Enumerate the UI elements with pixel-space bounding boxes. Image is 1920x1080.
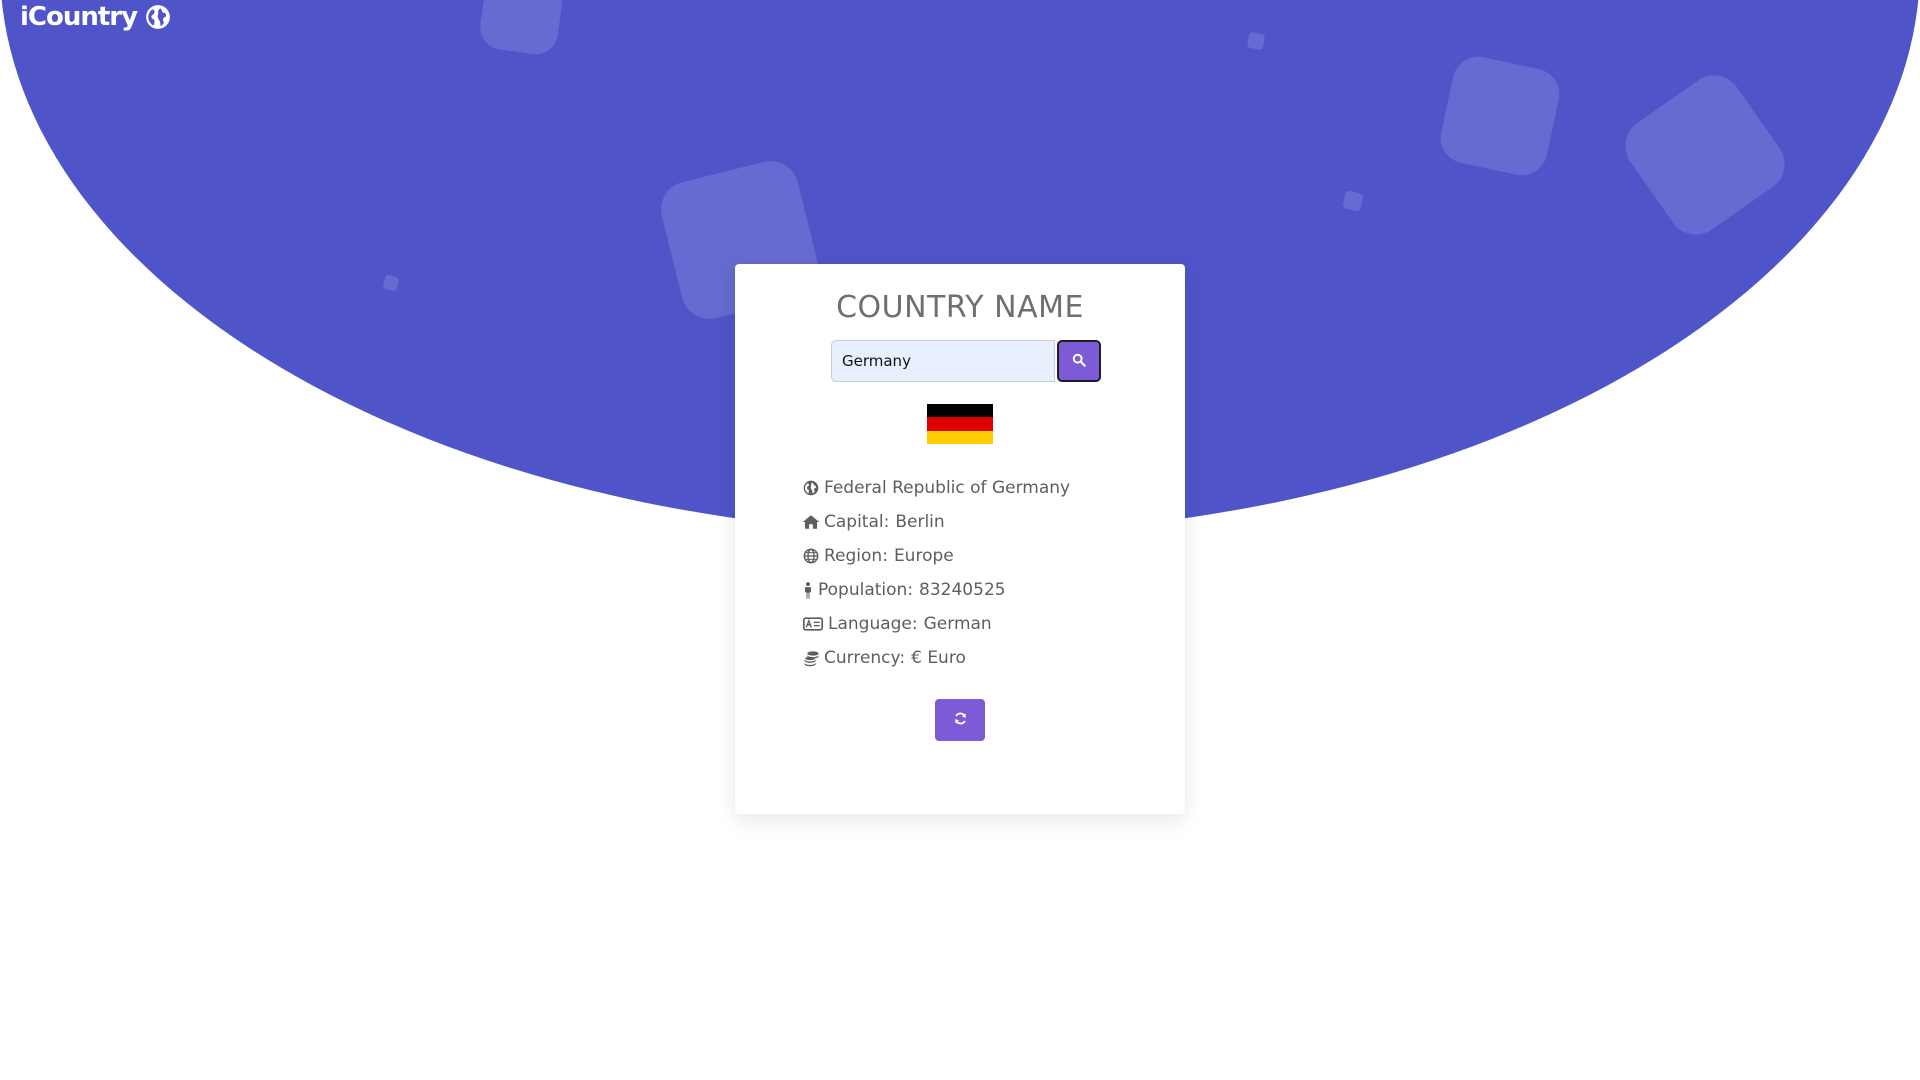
population-value: 83240525	[919, 580, 1006, 600]
search-button[interactable]	[1057, 340, 1101, 382]
language-value: German	[923, 614, 992, 634]
decor-square	[477, 0, 565, 58]
decor-square	[1614, 64, 1796, 246]
capital-row: Capital: Berlin	[802, 505, 1070, 539]
population-row: Population: 83240525	[802, 573, 1070, 607]
region-label: Region:	[824, 546, 888, 566]
refresh-icon	[954, 712, 967, 728]
currency-label: Currency:	[824, 648, 906, 668]
language-row: Language: German	[802, 607, 1070, 641]
capital-label: Capital:	[824, 512, 890, 532]
official-name: Federal Republic of Germany	[824, 478, 1071, 498]
coins-icon	[802, 649, 820, 667]
globe-icon	[145, 4, 171, 30]
person-icon	[802, 581, 814, 599]
country-card: COUNTRY NAME Germany Federal Republic of…	[735, 264, 1185, 814]
search-icon	[1072, 353, 1086, 370]
decor-square	[1342, 190, 1364, 212]
logo-text: iCountry	[20, 2, 138, 32]
population-label: Population:	[818, 580, 914, 600]
currency-row: Currency: € Euro	[802, 641, 1070, 675]
app-logo[interactable]: iCountry	[20, 2, 171, 32]
home-icon	[802, 513, 820, 531]
id-card-icon	[802, 615, 824, 633]
flag-stripe-black	[927, 404, 993, 418]
decor-square	[1435, 51, 1565, 181]
capital-value: Berlin	[895, 512, 945, 532]
country-flag	[927, 404, 993, 444]
currency-value: € Euro	[911, 648, 966, 668]
globe-icon	[802, 479, 820, 497]
card-title: COUNTRY NAME	[836, 290, 1084, 325]
refresh-button[interactable]	[935, 699, 985, 741]
flag-stripe-red	[927, 417, 993, 431]
page: iCountry COUNTRY NAME Germany Federal Re…	[0, 0, 1920, 1080]
search-bar	[831, 340, 1101, 382]
decor-square	[382, 274, 400, 292]
region-row: Region: Europe	[802, 539, 1070, 573]
decor-square	[1246, 31, 1266, 51]
official-name-row: Federal Republic of Germany	[802, 471, 1070, 505]
region-value: Europe	[893, 546, 954, 566]
language-label: Language:	[828, 614, 918, 634]
country-details: Federal Republic of Germany Capital: Ber…	[802, 471, 1070, 675]
flag-stripe-gold	[927, 430, 993, 444]
globe-grid-icon	[802, 547, 820, 565]
country-search-input[interactable]	[831, 340, 1055, 382]
